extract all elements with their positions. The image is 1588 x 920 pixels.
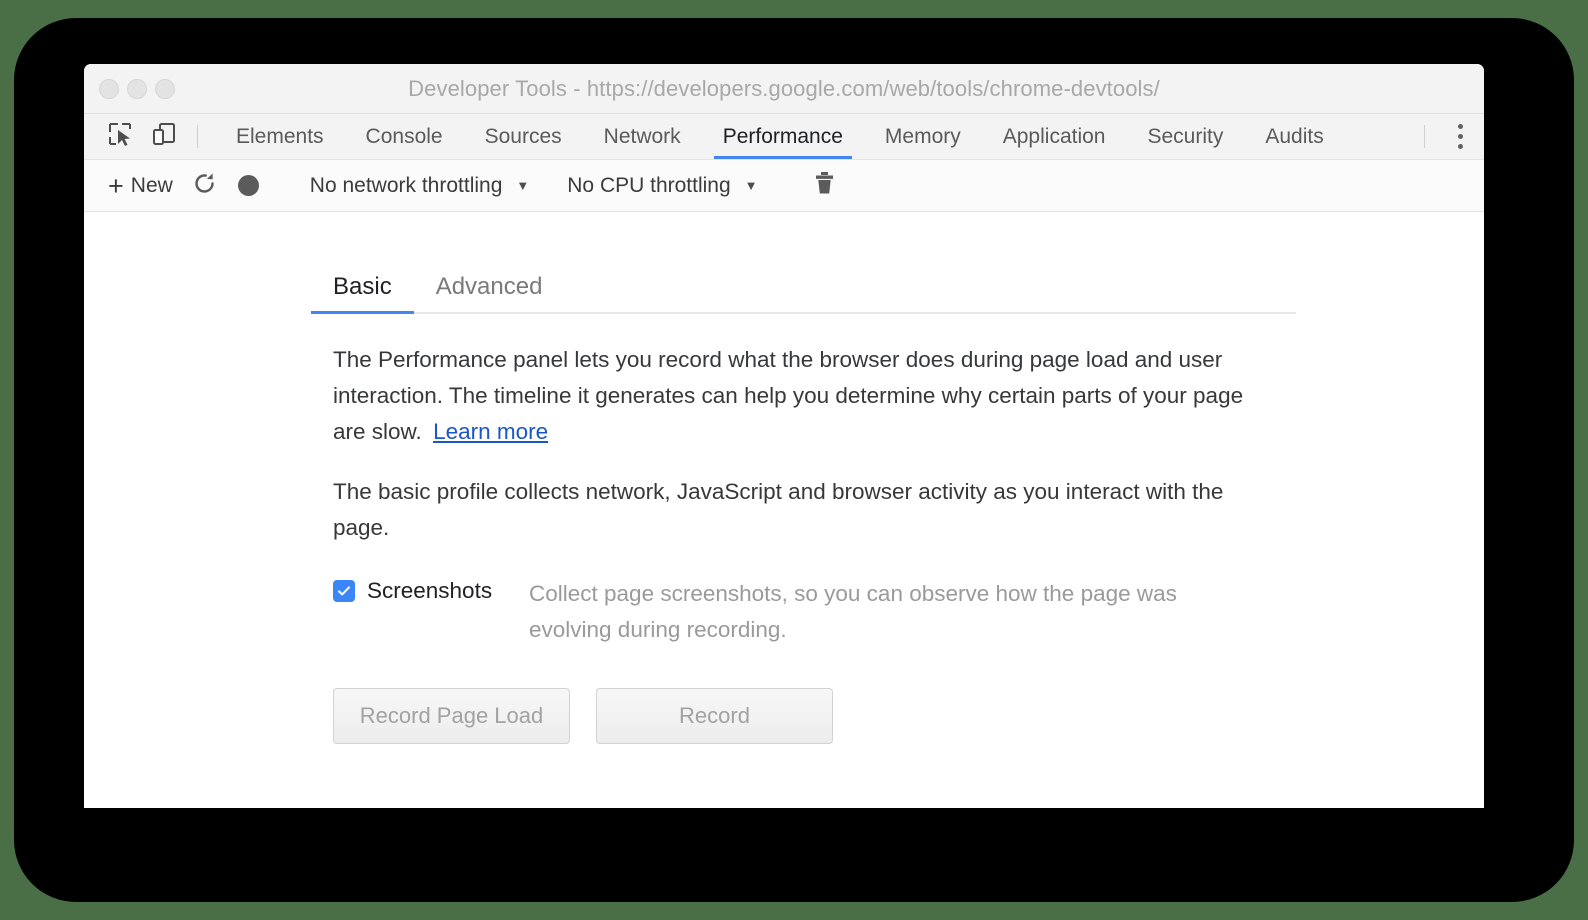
dot xyxy=(1457,144,1463,149)
device-toolbar-icon xyxy=(151,121,177,152)
reload-and-record-button[interactable] xyxy=(183,164,227,208)
cpu-throttling-select[interactable]: No CPU throttling ▼ xyxy=(559,174,765,198)
panel-description-2: The basic profile collects network, Java… xyxy=(333,479,1224,540)
tab-bar-divider-right xyxy=(1424,125,1425,148)
tab-network[interactable]: Network xyxy=(583,114,702,159)
tab-bar-right-group xyxy=(1413,114,1484,159)
device-toolbar-button[interactable] xyxy=(142,114,186,159)
window-title: Developer Tools - https://developers.goo… xyxy=(408,75,1160,101)
screenshots-description: Collect page screenshots, so you can obs… xyxy=(529,581,1177,642)
network-throttling-value: No network throttling xyxy=(309,173,503,197)
chevron-down-icon: ▼ xyxy=(744,178,758,193)
screenshots-toggle[interactable]: Screenshots xyxy=(333,576,529,604)
check-icon xyxy=(338,586,350,596)
tab-application[interactable]: Application xyxy=(982,114,1127,159)
panel-description-1: The Performance panel lets you record wh… xyxy=(311,342,1276,450)
plus-icon: + xyxy=(108,170,124,201)
tab-performance[interactable]: Performance xyxy=(702,114,864,159)
screenshots-option-row: Screenshots Collect page screenshots, so… xyxy=(311,576,1296,648)
more-vertical-icon[interactable] xyxy=(1436,114,1484,159)
tab-console[interactable]: Console xyxy=(345,114,464,159)
trash-icon xyxy=(812,170,837,202)
profile-view-tabs: Basic Advanced xyxy=(311,270,1296,314)
dot xyxy=(1457,134,1463,139)
new-recording-button[interactable]: + New xyxy=(98,170,183,201)
tab-list: Elements Console Sources Network Perform… xyxy=(215,114,1345,159)
inspect-element-icon xyxy=(107,121,133,152)
chevron-down-icon: ▼ xyxy=(516,178,530,193)
devtools-tab-bar: Elements Console Sources Network Perform… xyxy=(84,114,1484,160)
tab-bar-divider xyxy=(197,125,198,148)
tab-memory[interactable]: Memory xyxy=(864,114,982,159)
cpu-throttling-value: No CPU throttling xyxy=(567,173,731,197)
record-button-toolbar[interactable] xyxy=(227,164,271,208)
dot xyxy=(1457,124,1463,129)
inspect-element-button[interactable] xyxy=(98,114,142,159)
tab-audits[interactable]: Audits xyxy=(1244,114,1344,159)
record-actions-row: Record Page Load Record xyxy=(311,688,1296,744)
tab-security[interactable]: Security xyxy=(1126,114,1244,159)
window-title-bar: Developer Tools - https://developers.goo… xyxy=(84,64,1484,114)
network-throttling-select[interactable]: No network throttling ▼ xyxy=(302,174,537,198)
clear-recording-button[interactable] xyxy=(803,164,847,208)
screenshots-label: Screenshots xyxy=(367,578,493,603)
devtools-window: Developer Tools - https://developers.goo… xyxy=(84,64,1484,808)
record-button[interactable]: Record xyxy=(596,688,833,744)
new-recording-label: New xyxy=(130,173,173,197)
record-circle-icon xyxy=(238,175,260,196)
performance-panel-body: Basic Advanced The Performance panel let… xyxy=(84,212,1484,807)
view-tab-advanced[interactable]: Advanced xyxy=(414,273,565,312)
performance-controls-toolbar: + New No network throttling ▼ No CPU thr… xyxy=(84,160,1484,212)
tab-sources[interactable]: Sources xyxy=(464,114,583,159)
record-page-load-button[interactable]: Record Page Load xyxy=(333,688,570,744)
view-tab-basic[interactable]: Basic xyxy=(311,273,414,314)
reload-icon xyxy=(191,170,218,202)
learn-more-link[interactable]: Learn more xyxy=(433,419,548,444)
tab-elements[interactable]: Elements xyxy=(215,114,345,159)
panel-content: Basic Advanced The Performance panel let… xyxy=(311,270,1296,744)
screenshots-checkbox[interactable] xyxy=(333,580,355,602)
